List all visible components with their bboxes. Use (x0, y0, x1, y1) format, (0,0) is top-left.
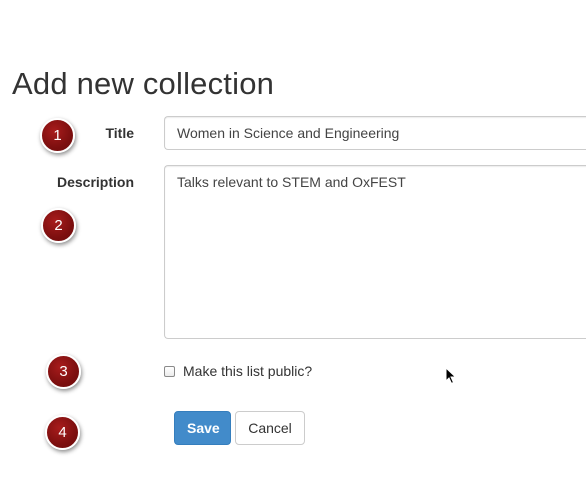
step-marker-3: 3 (46, 354, 81, 389)
page: Add new collection 1 Title Description 2… (0, 0, 586, 497)
public-checkbox[interactable] (164, 365, 175, 377)
step-marker-2: 2 (41, 208, 76, 243)
mouse-pointer-icon (445, 367, 457, 385)
step-marker-1: 1 (40, 118, 75, 153)
description-textarea[interactable]: Talks relevant to STEM and OxFEST (164, 165, 586, 339)
title-input[interactable] (164, 116, 586, 150)
description-label: Description (56, 174, 134, 190)
page-title: Add new collection (12, 66, 275, 101)
cancel-button[interactable]: Cancel (235, 411, 305, 445)
public-checkbox-row[interactable]: Make this list public? (164, 363, 312, 379)
step-marker-4: 4 (45, 415, 80, 450)
public-checkbox-label[interactable]: Make this list public? (183, 363, 312, 379)
title-label: Title (105, 125, 134, 141)
save-button[interactable]: Save (174, 411, 231, 445)
